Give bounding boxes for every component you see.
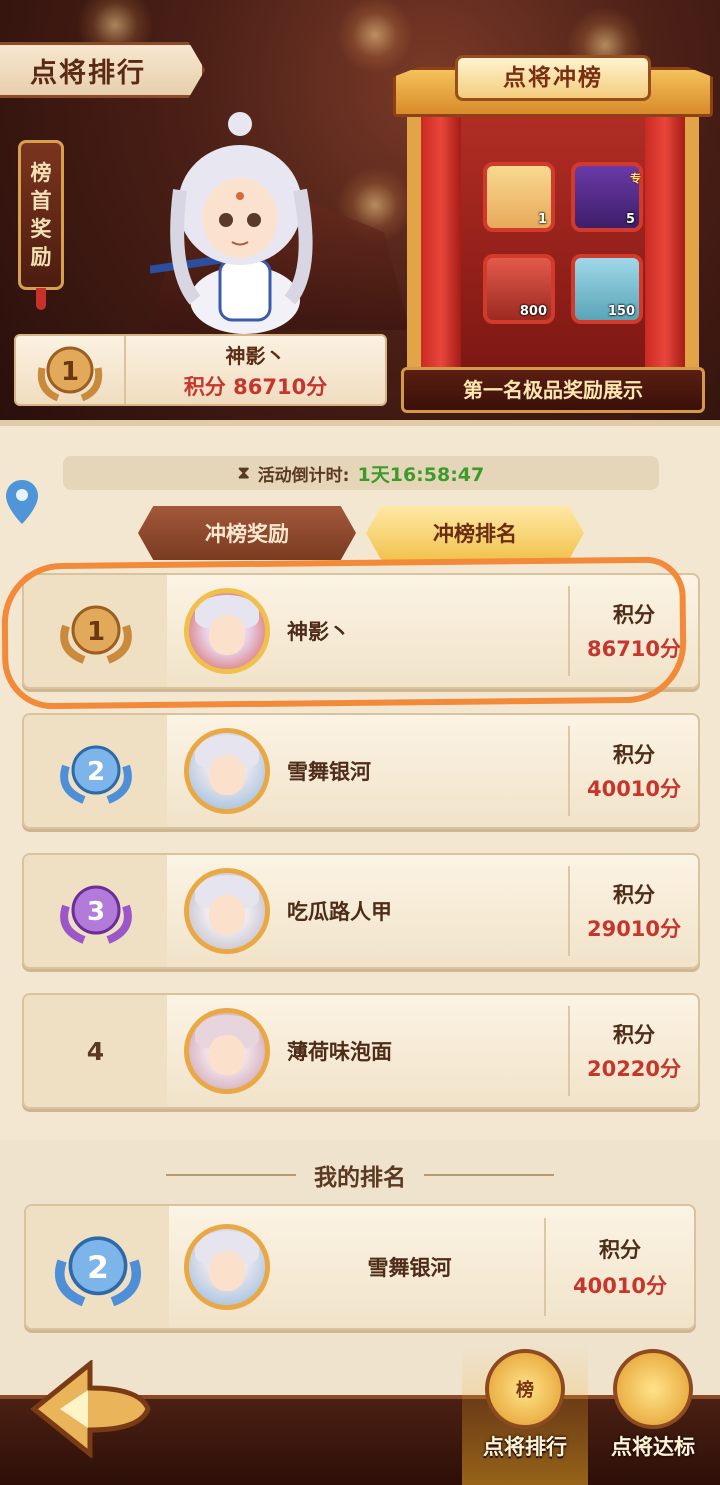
top-hero-character: [150, 112, 313, 334]
bronze-medal-icon: 3: [59, 885, 132, 944]
score-value: 20220分: [586, 1057, 682, 1081]
item-count: 5: [625, 212, 635, 227]
divider: [424, 1174, 554, 1176]
rank-number: 4: [24, 995, 167, 1107]
score-value: 40010分: [572, 1274, 668, 1298]
my-ranking-title: 我的排名: [314, 1165, 406, 1191]
page-title: 点将排行: [0, 42, 205, 98]
score-label: 积分: [613, 883, 655, 907]
score-box: 积分 40010分: [544, 1218, 694, 1316]
top-player-name: 神影丶: [225, 343, 286, 368]
nav-target[interactable]: 点将达标: [590, 1346, 716, 1485]
score-box: 积分 20220分: [568, 1006, 698, 1096]
player-name: 雪舞银河: [367, 1256, 452, 1280]
target-scroll-icon: [613, 1349, 693, 1429]
medal-rank-text: 2: [86, 757, 104, 787]
reward-char: 励: [30, 245, 52, 269]
my-ranking-header: 我的排名: [0, 1150, 720, 1200]
score-value: 86710分: [586, 637, 682, 661]
medal-rank-text: 1: [86, 617, 104, 647]
avatar-box: [167, 855, 287, 967]
curtain-left: [421, 117, 461, 377]
nav-ranking[interactable]: 榜 点将排行: [462, 1346, 588, 1485]
reward-item-grid: 1 专 5 800 150: [483, 162, 643, 332]
score-box: 积分 86710分: [568, 586, 698, 676]
avatar-box: [169, 1224, 285, 1310]
reward-char: 奖: [30, 217, 52, 241]
player-name: 薄荷味泡面: [287, 1040, 392, 1064]
top-player-card: 1 神影丶 积分 86710分: [14, 334, 387, 406]
avatar-box: [167, 715, 287, 827]
score-value: 29010分: [586, 917, 682, 941]
item-count: 150: [607, 304, 635, 319]
hourglass-icon: ⧗: [237, 463, 250, 483]
countdown-label: 活动倒计时:: [257, 465, 350, 486]
score-label: 积分: [613, 603, 655, 627]
rank-medal-box: 2: [24, 715, 167, 827]
item-count: 1: [537, 212, 547, 227]
ranking-row[interactable]: 4 薄荷味泡面 积分 20220分: [22, 993, 700, 1109]
tab-ranking-rewards[interactable]: 冲榜奖励: [138, 506, 356, 560]
ranking-row[interactable]: 3 吃瓜路人甲 积分 29010分: [22, 853, 700, 969]
avatar[interactable]: [184, 1008, 270, 1094]
avatar[interactable]: [184, 868, 270, 954]
tassel-decoration: [36, 288, 46, 310]
showcase-title: 点将冲榜: [455, 55, 651, 101]
player-name: 吃瓜路人甲: [287, 900, 392, 924]
top-player-score: 积分 86710分: [183, 374, 328, 399]
score-label: 积分: [613, 1023, 655, 1047]
player-name: 雪舞银河: [287, 760, 371, 784]
medal-rank-text: 1: [61, 357, 79, 387]
reward-item-purple-beast[interactable]: 专 5: [571, 162, 643, 232]
avatar-box: [167, 575, 287, 687]
silver-medal-icon: 2: [59, 745, 132, 804]
reward-item-dragon[interactable]: 150: [571, 254, 643, 324]
showcase-caption: 第一名极品奖励展示: [401, 367, 705, 413]
medal-rank-text: 3: [86, 897, 104, 927]
ranking-scroll-icon: 榜: [485, 1349, 565, 1429]
avatar-box: [167, 995, 287, 1107]
reward-item-hero-portrait[interactable]: 800: [483, 254, 555, 324]
countdown-value: 1天16:58:47: [357, 463, 485, 486]
my-ranking-row[interactable]: 2 雪舞银河 积分 40010分: [24, 1204, 696, 1330]
item-tag: 专: [630, 172, 641, 185]
showcase-stage: 1 专 5 800 150: [407, 117, 699, 377]
reward-char: 首: [30, 189, 52, 213]
score-label: 积分: [599, 1238, 641, 1262]
gold-medal-icon: 1: [37, 346, 103, 402]
nav-label: 点将排行: [483, 1435, 567, 1459]
rank-medal-box: 2: [26, 1206, 169, 1328]
gold-medal-icon: 1: [59, 605, 132, 664]
avatar[interactable]: [184, 728, 270, 814]
rank-medal-box: 1: [16, 336, 126, 404]
divider: [166, 1174, 296, 1176]
score-box: 积分 29010分: [568, 866, 698, 956]
score-value: 40010分: [586, 777, 682, 801]
medal-rank-text: 2: [87, 1250, 109, 1286]
avatar[interactable]: [184, 588, 270, 674]
curtain-right: [645, 117, 685, 377]
nav-label: 点将达标: [611, 1435, 695, 1459]
score-box: 积分 40010分: [568, 726, 698, 816]
first-place-reward-button[interactable]: 榜 首 奖 励: [18, 140, 64, 290]
activity-countdown: ⧗ 活动倒计时: 1天16:58:47: [63, 456, 659, 490]
ranking-tabs: 冲榜奖励 冲榜排名: [138, 506, 584, 560]
ranking-row[interactable]: 2 雪舞银河 积分 40010分: [22, 713, 700, 829]
score-label: 积分: [613, 743, 655, 767]
reward-char: 榜: [30, 161, 52, 185]
silver-medal-icon: 2: [54, 1236, 141, 1307]
reward-item-gold-ingot[interactable]: 1: [483, 162, 555, 232]
location-pin-icon[interactable]: [4, 478, 40, 526]
reward-showcase: 1 专 5 800 150 点将冲榜 第一名极品奖励展示: [393, 45, 713, 420]
rank-medal-box: 3: [24, 855, 167, 967]
tab-ranking-list[interactable]: 冲榜排名: [366, 506, 584, 560]
back-arrow-icon[interactable]: [30, 1360, 152, 1458]
item-count: 800: [519, 304, 547, 319]
ranking-list: 1 神影丶 积分 86710分 2 雪舞银河 积分 40010分 3 吃瓜路人甲…: [22, 573, 700, 1133]
rank-medal-box: 1: [24, 575, 167, 687]
avatar[interactable]: [184, 1224, 270, 1310]
player-name: 神影丶: [287, 620, 350, 644]
ranking-row[interactable]: 1 神影丶 积分 86710分: [22, 573, 700, 689]
